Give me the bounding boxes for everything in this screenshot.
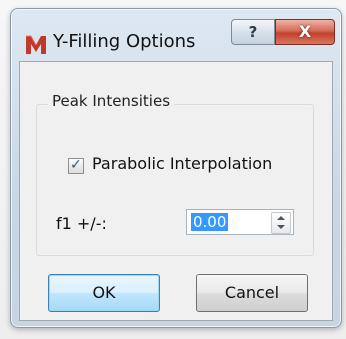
dialog-window: Y-Filling Options ? X Peak Intensities ✓…: [10, 8, 342, 328]
f1-value-input[interactable]: 0.00: [191, 213, 229, 231]
window-title: Y-Filling Options: [53, 31, 196, 52]
checkmark-icon: ✓: [70, 157, 82, 173]
f1-label: f1 +/-:: [56, 214, 107, 233]
cancel-button[interactable]: Cancel: [196, 274, 308, 312]
group-title: Peak Intensities: [48, 92, 175, 110]
close-button[interactable]: X: [275, 19, 335, 45]
spin-buttons: [271, 212, 291, 234]
parabolic-interpolation-checkbox[interactable]: ✓: [68, 157, 84, 174]
caption-buttons: ? X: [231, 19, 335, 45]
ok-button[interactable]: OK: [48, 274, 160, 312]
help-button[interactable]: ?: [231, 19, 275, 45]
m-logo-icon: [26, 35, 46, 54]
parabolic-interpolation-label[interactable]: Parabolic Interpolation: [92, 154, 272, 173]
f1-spinbox[interactable]: 0.00: [186, 209, 294, 235]
dialog-client-area: Peak Intensities ✓ Parabolic Interpolati…: [19, 61, 333, 321]
triangle-up-icon[interactable]: [277, 216, 285, 220]
triangle-down-icon[interactable]: [277, 225, 285, 229]
